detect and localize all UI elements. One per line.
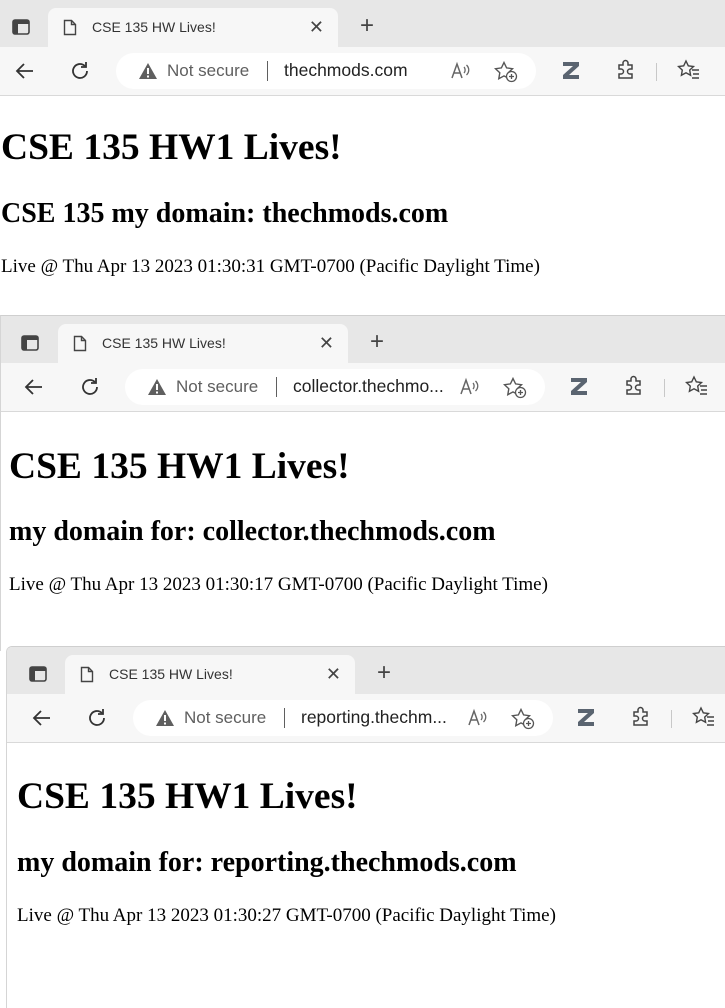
url-text[interactable]: collector.thechmo...: [293, 376, 444, 397]
z-extension-icon[interactable]: [575, 706, 597, 728]
star-add-icon[interactable]: [503, 377, 527, 399]
address-bar[interactable]: Not secure thechmods.com: [116, 53, 536, 89]
favorites-icon[interactable]: [685, 375, 709, 397]
toolbar: Not secure thechmods.com: [0, 47, 725, 96]
tab-active[interactable]: CSE 135 HW Lives! ✕: [65, 655, 355, 694]
read-aloud-icon[interactable]: [467, 708, 489, 728]
toolbar: Not secure reporting.thechm...: [7, 694, 725, 743]
security-label: Not secure: [184, 708, 267, 727]
live-timestamp: Live @ Thu Apr 13 2023 01:30:27 GMT-0700…: [17, 905, 556, 926]
domain-subheading: my domain for: collector.thechmods.com: [9, 516, 496, 547]
browser-window-3: CSE 135 HW Lives! ✕ + Not secure reporti…: [6, 646, 725, 1008]
close-icon[interactable]: ✕: [319, 334, 334, 352]
page-content: CSE 135 HW1 Lives! CSE 135 my domain: th…: [0, 96, 725, 315]
tab-actions-icon[interactable]: [29, 666, 47, 682]
domain-subheading: my domain for: reporting.thechmods.com: [17, 847, 517, 878]
browser-window-1: CSE 135 HW Lives! ✕ + Not secure thechmo…: [0, 0, 725, 315]
plus-icon[interactable]: +: [370, 330, 384, 354]
tab-strip: CSE 135 HW Lives! ✕ +: [1, 316, 725, 363]
read-aloud-icon[interactable]: [450, 61, 472, 81]
page-icon: [80, 666, 94, 683]
page-content: CSE 135 HW1 Lives! my domain for: report…: [7, 743, 725, 1008]
page-heading: CSE 135 HW1 Lives!: [1, 127, 342, 168]
tab-strip: CSE 135 HW Lives! ✕ +: [7, 647, 725, 694]
back-arrow-icon[interactable]: [22, 375, 46, 399]
divider: [284, 708, 285, 728]
tab-strip: CSE 135 HW Lives! ✕ +: [0, 0, 725, 47]
tab-active[interactable]: CSE 135 HW Lives! ✕: [48, 8, 338, 47]
close-icon[interactable]: ✕: [309, 18, 324, 36]
page-heading: CSE 135 HW1 Lives!: [9, 446, 350, 487]
back-arrow-icon[interactable]: [13, 59, 37, 83]
security-label: Not secure: [176, 377, 259, 396]
warning-icon: [139, 63, 157, 79]
security-label: Not secure: [167, 61, 250, 80]
refresh-icon[interactable]: [85, 706, 109, 730]
page-heading: CSE 135 HW1 Lives!: [17, 776, 358, 817]
star-add-icon[interactable]: [511, 708, 535, 730]
warning-icon: [148, 379, 166, 395]
favorites-icon[interactable]: [677, 59, 701, 81]
back-arrow-icon[interactable]: [30, 706, 54, 730]
toolbar: Not secure collector.thechmo...: [1, 363, 725, 412]
tab-active[interactable]: CSE 135 HW Lives! ✕: [58, 324, 348, 363]
star-add-icon[interactable]: [494, 61, 518, 83]
puzzle-icon[interactable]: [623, 375, 645, 397]
browser-window-2: CSE 135 HW Lives! ✕ + Not secure collect…: [0, 315, 725, 651]
divider: [267, 61, 268, 81]
tab-actions-icon[interactable]: [12, 19, 30, 35]
page-content: CSE 135 HW1 Lives! my domain for: collec…: [1, 412, 725, 651]
plus-icon[interactable]: +: [377, 661, 391, 685]
close-icon[interactable]: ✕: [326, 665, 341, 683]
z-extension-icon[interactable]: [568, 375, 590, 397]
favorites-icon[interactable]: [692, 706, 716, 728]
page-icon: [63, 19, 77, 36]
divider: [664, 379, 665, 397]
read-aloud-icon[interactable]: [459, 377, 481, 397]
warning-icon: [156, 710, 174, 726]
page-icon: [73, 335, 87, 352]
tab-actions-icon[interactable]: [21, 335, 39, 351]
tab-title: CSE 135 HW Lives!: [102, 335, 226, 351]
url-text[interactable]: reporting.thechm...: [301, 707, 447, 728]
z-extension-icon[interactable]: [560, 59, 582, 81]
url-text[interactable]: thechmods.com: [284, 60, 408, 81]
refresh-icon[interactable]: [68, 59, 92, 83]
puzzle-icon[interactable]: [630, 706, 652, 728]
tab-title: CSE 135 HW Lives!: [109, 666, 233, 682]
address-bar[interactable]: Not secure collector.thechmo...: [125, 369, 545, 405]
address-bar[interactable]: Not secure reporting.thechm...: [133, 700, 553, 736]
live-timestamp: Live @ Thu Apr 13 2023 01:30:31 GMT-0700…: [1, 256, 540, 277]
tab-title: CSE 135 HW Lives!: [92, 19, 216, 35]
divider: [671, 710, 672, 728]
puzzle-icon[interactable]: [615, 59, 637, 81]
domain-subheading: CSE 135 my domain: thechmods.com: [1, 198, 449, 229]
divider: [656, 63, 657, 81]
divider: [276, 377, 277, 397]
plus-icon[interactable]: +: [360, 14, 374, 38]
live-timestamp: Live @ Thu Apr 13 2023 01:30:17 GMT-0700…: [9, 574, 548, 595]
refresh-icon[interactable]: [78, 375, 102, 399]
